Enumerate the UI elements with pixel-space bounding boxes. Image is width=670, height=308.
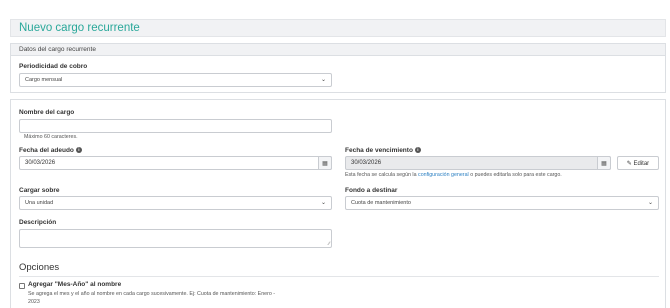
fund-value: Cuota de mantenimiento [351, 200, 411, 206]
calendar-icon[interactable]: ▦ [318, 156, 332, 170]
options-title: Opciones [19, 262, 60, 273]
edit-button-label: Editar [633, 161, 650, 167]
info-icon[interactable]: i [414, 147, 421, 153]
fund-select[interactable]: Cuota de mantenimiento ⌄ [345, 196, 659, 210]
resize-grip-icon[interactable]: ∕∕ [328, 241, 330, 247]
pencil-icon: ✎ [626, 161, 632, 167]
options-divider [19, 276, 659, 277]
month-year-checkbox[interactable] [19, 283, 25, 289]
name-input[interactable] [19, 119, 332, 133]
due-date-input: 30/03/2026 ▦ [345, 156, 611, 170]
due-date-help: Esta fecha se calcula según la configura… [345, 172, 562, 178]
edit-due-date-button[interactable]: ✎ Editar [617, 156, 659, 170]
name-label: Nombre del cargo [19, 109, 75, 116]
page: Nuevo cargo recurrente Datos del cargo r… [10, 0, 666, 308]
name-help: Máximo 60 caracteres. [24, 134, 78, 140]
charge-on-label: Cargar sobre [19, 187, 60, 194]
chevron-down-icon: ⌄ [320, 200, 326, 206]
charge-on-select[interactable]: Una unidad ⌄ [19, 196, 332, 210]
due-date-value: 30/03/2026 [351, 160, 382, 166]
page-header: Nuevo cargo recurrente [10, 19, 666, 37]
month-year-help-line2: 2023 [28, 299, 40, 305]
periodicity-value: Cargo mensual [25, 77, 63, 83]
recurring-data-panel: Datos del cargo recurrente Periodicidad … [10, 43, 666, 93]
chevron-down-icon: ⌄ [320, 77, 326, 83]
due-date-label: Fecha de vencimiento i [345, 147, 421, 154]
info-icon[interactable]: i [75, 147, 82, 153]
debt-date-value: 30/03/2026 [25, 160, 56, 166]
debt-date-input[interactable]: 30/03/2026 ▦ [19, 156, 332, 170]
periodicity-select[interactable]: Cargo mensual ⌄ [19, 73, 332, 87]
chevron-down-icon: ⌄ [647, 200, 653, 206]
page-title: Nuevo cargo recurrente [19, 22, 140, 34]
month-year-label[interactable]: Agregar "Mes-Año" al nombre [28, 281, 121, 288]
general-config-link[interactable]: configuración general [418, 172, 469, 178]
debt-date-label: Fecha del adeudo i [19, 147, 82, 154]
charge-on-value: Una unidad [25, 200, 54, 206]
description-textarea[interactable]: ∕∕ [19, 229, 332, 248]
month-year-help-line1: Se agrega el mes y el año al nombre en c… [28, 291, 276, 297]
charge-form-panel: Nombre del cargo Máximo 60 caracteres. F… [10, 99, 666, 308]
calendar-icon: ▦ [597, 156, 611, 170]
periodicity-label: Periodicidad de cobro [19, 63, 88, 70]
fund-label: Fondo a destinar [345, 187, 398, 194]
panel-heading: Datos del cargo recurrente [11, 44, 665, 56]
description-label: Descripción [19, 219, 57, 226]
